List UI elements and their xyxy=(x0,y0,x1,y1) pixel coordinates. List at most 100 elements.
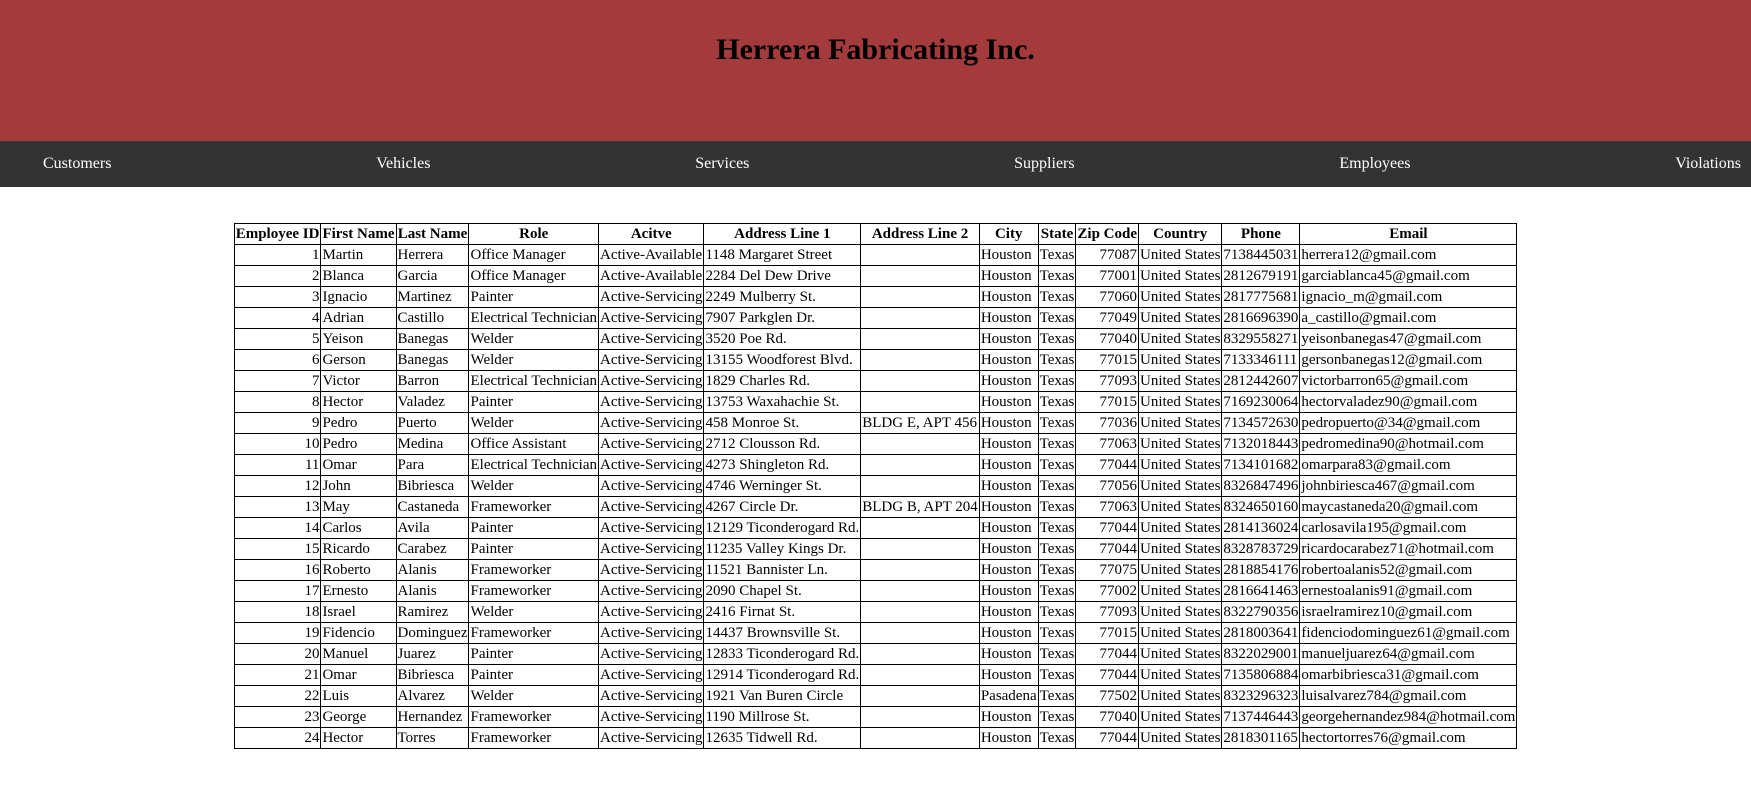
table-cell: Welder xyxy=(468,328,600,350)
table-cell: Houston xyxy=(978,475,1039,497)
table-cell: Texas xyxy=(1037,349,1077,371)
table-cell: Active-Servicing xyxy=(598,328,705,350)
table-cell: 2090 Chapel St. xyxy=(703,580,862,602)
table-cell: 4 xyxy=(233,307,322,329)
table-cell: United States xyxy=(1138,496,1223,518)
table-cell: 13 xyxy=(233,496,322,518)
table-cell: Texas xyxy=(1037,370,1077,392)
table-cell: BLDG B, APT 204 xyxy=(860,496,980,518)
table-cell: 77063 xyxy=(1075,433,1140,455)
table-row: 10 Pedro Medina Office Assistant Active-Serv… xyxy=(233,433,1518,455)
table-cell: 8328783729 xyxy=(1221,538,1301,560)
table-cell xyxy=(860,286,980,308)
table-cell: 2818854176 xyxy=(1221,559,1301,581)
table-cell: 7134572630 xyxy=(1221,412,1301,434)
table-cell: 21 xyxy=(233,664,322,686)
table-cell: Puerto xyxy=(395,412,470,434)
nav-vehicles[interactable]: Vehicles xyxy=(333,141,473,187)
table-cell: 1190 Millrose St. xyxy=(703,706,862,728)
nav-violations[interactable]: Violations xyxy=(1632,141,1751,187)
table-cell: Herrera xyxy=(395,244,470,266)
table-cell xyxy=(860,328,980,350)
table-cell: 77502 xyxy=(1075,685,1140,707)
table-cell xyxy=(860,391,980,413)
table-cell: Houston xyxy=(978,349,1039,371)
table-cell: 11521 Bannister Ln. xyxy=(703,559,862,581)
table-cell: Texas xyxy=(1037,538,1077,560)
table-cell: ignacio_m@gmail.com xyxy=(1299,286,1518,308)
table-cell: 458 Monroe St. xyxy=(703,412,862,434)
table-row: 18 Israel Ramirez Welder Active-Servicing 241… xyxy=(233,601,1518,623)
table-cell: Texas xyxy=(1037,286,1077,308)
table-cell xyxy=(860,622,980,644)
table-cell: 22 xyxy=(233,685,322,707)
table-cell: 12129 Ticonderogard Rd. xyxy=(703,517,862,539)
table-cell: Active-Servicing xyxy=(598,454,705,476)
table-cell: Active-Servicing xyxy=(598,664,705,686)
nav-suppliers[interactable]: Suppliers xyxy=(971,141,1117,187)
table-cell: Active-Servicing xyxy=(598,433,705,455)
table-cell: Texas xyxy=(1037,454,1077,476)
table-cell: 77087 xyxy=(1075,244,1140,266)
column-header: Country xyxy=(1138,223,1223,245)
table-cell: 24 xyxy=(233,727,322,749)
table-cell: victorbarron65@gmail.com xyxy=(1299,370,1518,392)
nav-employees[interactable]: Employees xyxy=(1296,141,1453,187)
table-cell: 77044 xyxy=(1075,643,1140,665)
table-cell: Texas xyxy=(1037,433,1077,455)
table-row: 15 Ricardo Carabez Painter Active-Servicing 1… xyxy=(233,538,1518,560)
table-cell: 10 xyxy=(233,433,322,455)
table-cell: Texas xyxy=(1037,265,1077,287)
table-cell: Para xyxy=(395,454,470,476)
table-cell: Houston xyxy=(978,538,1039,560)
table-cell: Active-Servicing xyxy=(598,412,705,434)
table-cell: Alanis xyxy=(395,580,470,602)
table-cell: Texas xyxy=(1037,307,1077,329)
table-cell xyxy=(860,685,980,707)
table-cell: 12914 Ticonderogard Rd. xyxy=(703,664,862,686)
table-cell: Welder xyxy=(468,601,600,623)
table-cell: pedropuerto@34@gmail.com xyxy=(1299,412,1518,434)
table-cell: 14 xyxy=(233,517,322,539)
table-cell: Houston xyxy=(978,727,1039,749)
table-cell: Houston xyxy=(978,265,1039,287)
table-cell: Alvarez xyxy=(395,685,470,707)
table-cell: garciablanca45@gmail.com xyxy=(1299,265,1518,287)
table-cell: 2 xyxy=(233,265,322,287)
table-cell: Pedro xyxy=(320,433,397,455)
table-row: 20 Manuel Juarez Painter Active-Servicing 128… xyxy=(233,643,1518,665)
table-cell: Active-Servicing xyxy=(598,286,705,308)
table-cell: Frameworker xyxy=(468,559,600,581)
table-cell: Houston xyxy=(978,559,1039,581)
table-row: 22 Luis Alvarez Welder Active-Servicing 1921 … xyxy=(233,685,1518,707)
nav-services[interactable]: Services xyxy=(652,141,792,187)
table-cell: 5 xyxy=(233,328,322,350)
table-cell: Juarez xyxy=(395,643,470,665)
table-cell: Active-Servicing xyxy=(598,685,705,707)
table-cell: Ramirez xyxy=(395,601,470,623)
table-cell: Martinez xyxy=(395,286,470,308)
table-cell: 2712 Clousson Rd. xyxy=(703,433,862,455)
table-cell: Houston xyxy=(978,643,1039,665)
table-cell: Martin xyxy=(320,244,397,266)
table-cell: Houston xyxy=(978,664,1039,686)
table-cell: 77040 xyxy=(1075,328,1140,350)
table-cell: 4267 Circle Dr. xyxy=(703,496,862,518)
column-header: City xyxy=(978,223,1039,245)
table-cell: Castaneda xyxy=(395,496,470,518)
table-cell: 7135806884 xyxy=(1221,664,1301,686)
column-header: Employee ID xyxy=(233,223,322,245)
nav-customers[interactable]: Customers xyxy=(0,141,154,187)
table-cell: Texas xyxy=(1037,328,1077,350)
table-cell: israelramirez10@gmail.com xyxy=(1299,601,1518,623)
table-cell: 77044 xyxy=(1075,454,1140,476)
main-nav: Customers Vehicles Services Suppliers Em… xyxy=(0,141,1751,187)
table-cell: Texas xyxy=(1037,496,1077,518)
table-cell: United States xyxy=(1138,643,1223,665)
table-cell: Painter xyxy=(468,391,600,413)
table-cell: 12833 Ticonderogard Rd. xyxy=(703,643,862,665)
table-cell: Houston xyxy=(978,244,1039,266)
table-cell: Electrical Technician xyxy=(468,370,600,392)
table-cell: Houston xyxy=(978,517,1039,539)
table-cell: Texas xyxy=(1037,685,1077,707)
